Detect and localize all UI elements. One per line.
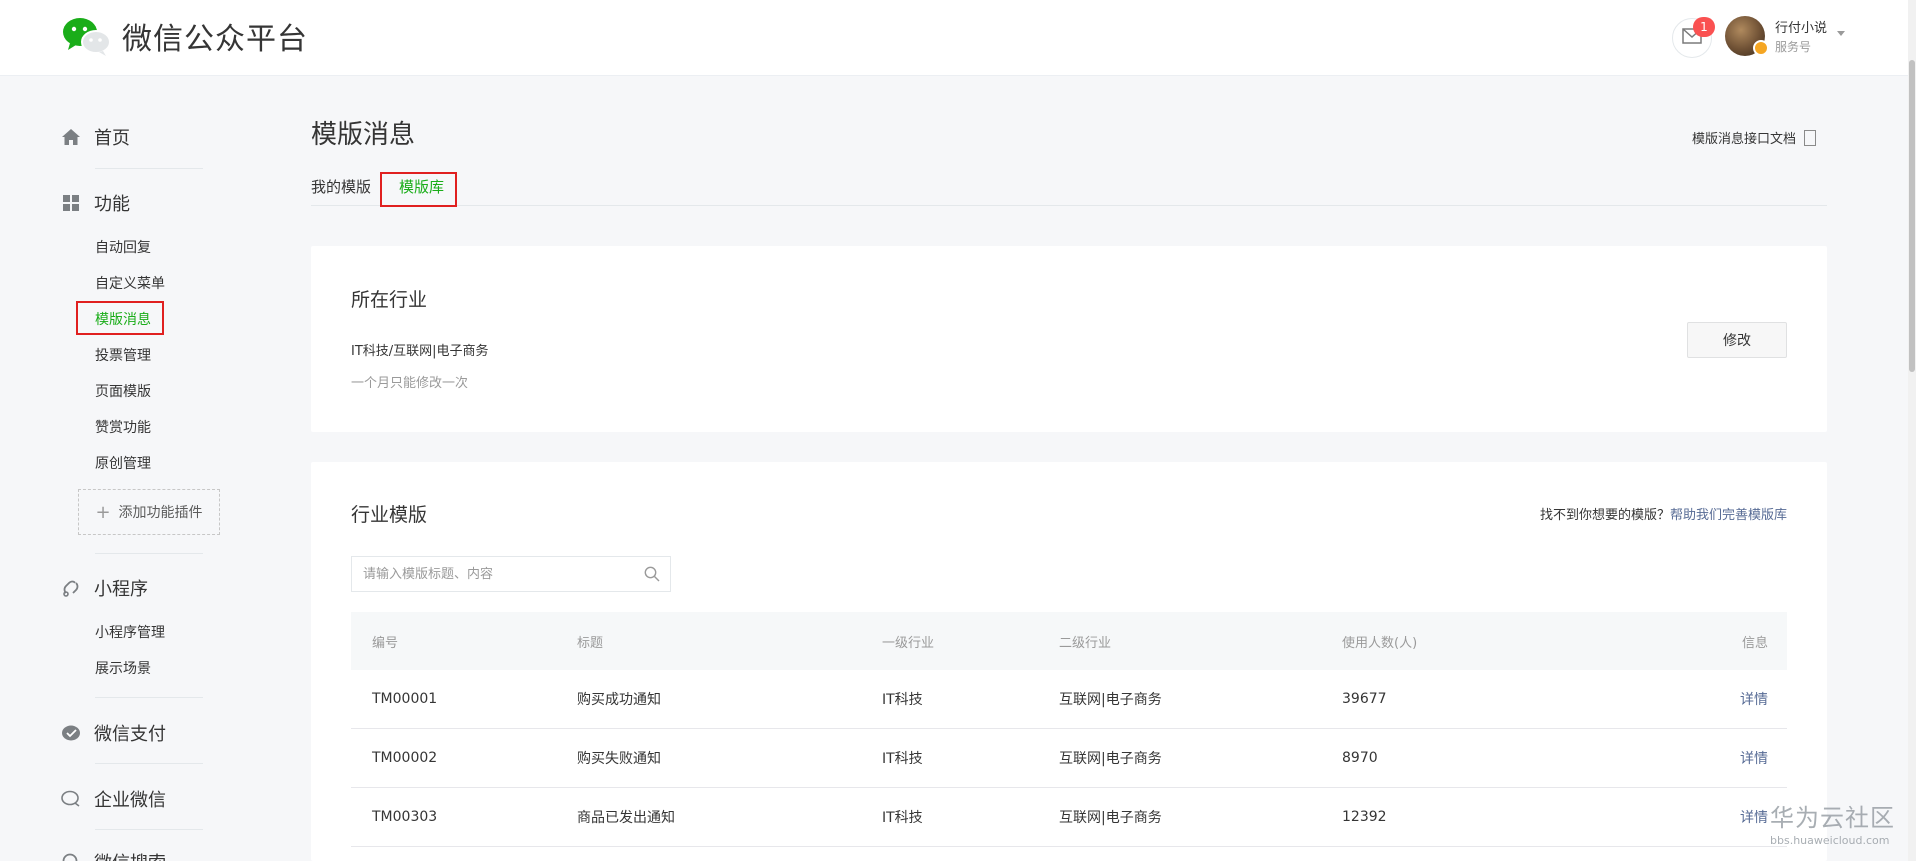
cell-users: 8970 — [1342, 750, 1378, 766]
app-title: 微信公众平台 — [122, 22, 308, 57]
help-improve-library-link[interactable]: 帮助我们完善模版库 — [1670, 508, 1787, 523]
table-row: TM00303 商品已发出通知 IT科技 互联网|电子商务 12392 详情 — [351, 788, 1787, 847]
search-input[interactable] — [352, 557, 632, 591]
sidebar-item-auto-reply[interactable]: 自动回复 — [95, 237, 151, 257]
cell-title: 购买失败通知 — [577, 751, 661, 767]
help-text: 找不到你想要的模版？帮助我们完善模版库 — [1540, 504, 1787, 523]
detail-link[interactable]: 详情 — [1740, 788, 1768, 846]
account-name[interactable]: 行付小说 — [1775, 17, 1827, 36]
add-plugin-label: 添加功能插件 — [118, 505, 203, 521]
column-header-title: 标题 — [577, 635, 604, 651]
wechat-pay-icon — [60, 722, 82, 744]
column-header-info: 信息 — [1741, 635, 1768, 651]
search-icon — [60, 851, 82, 861]
sidebar-item-vote-management[interactable]: 投票管理 — [95, 345, 151, 365]
sidebar-item-label: 功能 — [94, 194, 130, 215]
highlight-box-sidebar — [76, 301, 164, 335]
help-prefix: 找不到你想要的模版？ — [1539, 508, 1670, 523]
cell-title: 购买成功通知 — [577, 692, 661, 708]
column-header-secondary-industry: 二级行业 — [1059, 635, 1112, 651]
industry-tip: 一个月只能修改一次 — [351, 376, 469, 391]
industry-templates-card: 行业模版 找不到你想要的模版？帮助我们完善模版库 编号 标题 一级行业 二级行业… — [311, 462, 1827, 861]
cell-secondary-industry: 互联网|电子商务 — [1059, 692, 1162, 708]
sidebar-item-mini-program[interactable]: 小程序 — [60, 575, 148, 601]
scrollbar-thumb[interactable] — [1909, 60, 1915, 372]
divider — [95, 829, 203, 830]
tab-my-templates[interactable]: 我的模版 — [311, 176, 371, 197]
sidebar-item-label: 微信搜索 — [94, 849, 166, 861]
watermark-main: 华为云社区 — [1770, 804, 1895, 832]
detail-link[interactable]: 详情 — [1740, 729, 1768, 787]
plus-icon: + — [95, 501, 111, 523]
sidebar-item-page-template[interactable]: 页面模版 — [95, 381, 151, 401]
industry-card: 所在行业 IT科技/互联网|电子商务 一个月只能修改一次 修改 — [311, 246, 1827, 432]
sidebar-item-custom-menu[interactable]: 自定义菜单 — [95, 273, 165, 293]
cell-id: TM00303 — [372, 809, 438, 825]
template-search — [351, 556, 671, 592]
cell-secondary-industry: 互联网|电子商务 — [1059, 810, 1162, 826]
cell-primary-industry: IT科技 — [882, 692, 923, 708]
column-header-users: 使用人数(人) — [1342, 635, 1418, 651]
sidebar-item-mini-program-management[interactable]: 小程序管理 — [95, 622, 165, 642]
template-api-doc-link[interactable]: 模版消息接口文档 — [1692, 128, 1817, 147]
document-icon — [1804, 129, 1817, 146]
sidebar-item-label: 首页 — [94, 128, 130, 149]
wechat-logo-icon — [60, 14, 114, 58]
sidebar-item-wechat-search[interactable]: 微信搜索 — [60, 849, 166, 861]
doc-link-label: 模版消息接口文档 — [1692, 132, 1797, 147]
sidebar-item-wechat-pay[interactable]: 微信支付 — [60, 720, 166, 746]
message-count-badge: 1 — [1693, 17, 1715, 37]
divider — [95, 553, 203, 554]
edit-industry-button[interactable]: 修改 — [1687, 322, 1787, 358]
chevron-down-icon[interactable] — [1837, 31, 1845, 36]
industry-title: 所在行业 — [351, 289, 428, 311]
cell-title: 商品已发出通知 — [577, 810, 675, 826]
table-header-row: 编号 标题 一级行业 二级行业 使用人数(人) 信息 — [351, 612, 1787, 670]
sidebar-item-label: 企业微信 — [94, 790, 166, 811]
sidebar-item-features[interactable]: 功能 — [60, 190, 130, 216]
home-icon — [60, 126, 82, 148]
sidebar-item-display-scene[interactable]: 展示场景 — [95, 658, 151, 678]
divider — [95, 168, 203, 169]
enterprise-wechat-icon — [60, 788, 82, 810]
table-row: TM00002 购买失败通知 IT科技 互联网|电子商务 8970 详情 — [351, 729, 1787, 788]
search-icon[interactable] — [644, 566, 660, 582]
table-row: TM00001 购买成功通知 IT科技 互联网|电子商务 39677 详情 — [351, 670, 1787, 729]
industry-value: IT科技/互联网|电子商务 — [351, 344, 489, 359]
column-header-id: 编号 — [372, 635, 399, 651]
logo[interactable]: 微信公众平台 — [60, 14, 308, 58]
cell-id: TM00002 — [372, 750, 438, 766]
cell-primary-industry: IT科技 — [882, 751, 923, 767]
verified-badge-icon — [1753, 40, 1769, 56]
divider — [95, 763, 203, 764]
sidebar-item-reward[interactable]: 赞赏功能 — [95, 417, 151, 437]
watermark-sub: bbs.huaweicloud.com — [1770, 834, 1890, 847]
templates-title: 行业模版 — [351, 504, 428, 526]
cell-users: 12392 — [1342, 809, 1387, 825]
sidebar-item-home[interactable]: 首页 — [60, 124, 130, 150]
cell-users: 39677 — [1342, 691, 1387, 707]
cell-primary-industry: IT科技 — [882, 810, 923, 826]
grid-icon — [60, 192, 82, 214]
highlight-box-tab — [380, 172, 457, 207]
account-type: 服务号 — [1775, 40, 1812, 54]
divider — [95, 697, 203, 698]
add-plugin-button[interactable]: + 添加功能插件 — [78, 489, 220, 535]
tab-bar: 我的模版 模版库 — [311, 174, 1827, 206]
sidebar-item-enterprise-wechat[interactable]: 企业微信 — [60, 786, 166, 812]
page-title: 模版消息 — [311, 120, 416, 150]
top-bar: 微信公众平台 1 行付小说 服务号 — [0, 0, 1916, 76]
sidebar-item-label: 微信支付 — [94, 724, 166, 745]
column-header-primary-industry: 一级行业 — [882, 635, 935, 651]
sidebar-item-label: 小程序 — [94, 579, 148, 600]
cell-id: TM00001 — [372, 691, 438, 707]
watermark: 华为云社区 bbs.huaweicloud.com — [1770, 798, 1895, 847]
cell-secondary-industry: 互联网|电子商务 — [1059, 751, 1162, 767]
link-icon — [60, 577, 82, 599]
sidebar-item-original[interactable]: 原创管理 — [95, 453, 151, 473]
detail-link[interactable]: 详情 — [1740, 670, 1768, 728]
templates-table: 编号 标题 一级行业 二级行业 使用人数(人) 信息 TM00001 购买成功通… — [351, 612, 1787, 847]
